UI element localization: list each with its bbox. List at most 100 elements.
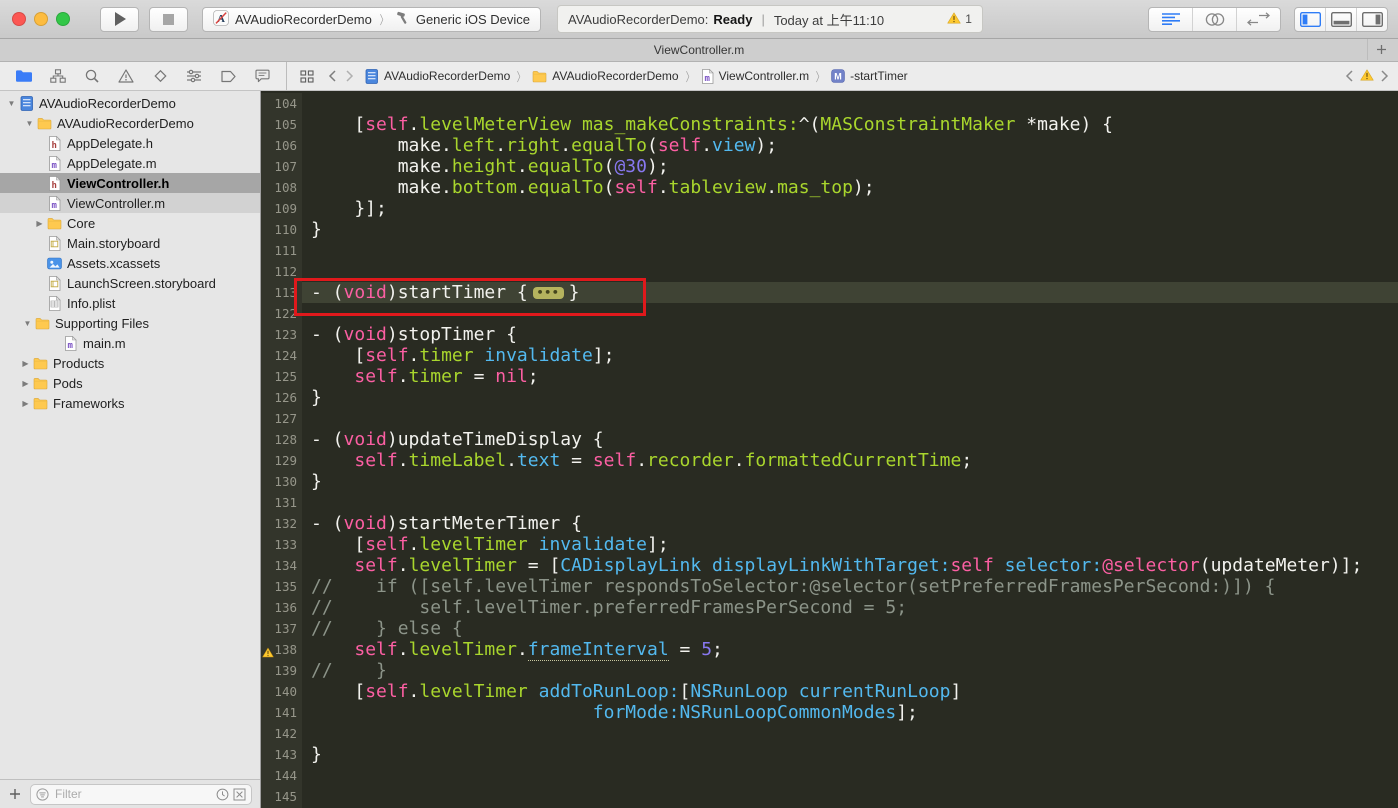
code-text[interactable]: } [302,219,1398,240]
sidebar-item-viewcontroller-h[interactable]: h ViewController.h [0,173,260,193]
scheme-name[interactable]: AVAudioRecorderDemo [235,12,372,27]
line-number[interactable]: 138 [261,639,302,660]
code-line-134[interactable]: 134 self.levelTimer = [CADisplayLink dis… [261,555,1398,576]
sidebar-item-avaudiorecorderdemo[interactable]: ▼ AVAudioRecorderDemo [0,93,260,113]
test-navigator-icon[interactable] [149,65,171,87]
code-text[interactable] [302,786,1398,807]
code-text[interactable]: - (void)stopTimer { [302,324,1398,345]
warning-count-badge[interactable]: 1 [947,12,972,27]
project-navigator-icon[interactable] [13,65,35,87]
breadcrumb-item[interactable]: AVAudioRecorderDemo [532,69,679,83]
inspector-panel-button[interactable] [1357,8,1387,31]
code-text[interactable]: make.height.equalTo(@30); [302,156,1398,177]
filter-field[interactable] [30,783,252,805]
breadcrumb-item[interactable]: m ViewController.m [701,68,809,84]
disclosure-triangle-icon[interactable]: ▼ [5,99,18,108]
line-number[interactable]: 124 [261,345,302,366]
close-window-button[interactable] [12,12,26,26]
code-line-125[interactable]: 125 self.timer = nil; [261,366,1398,387]
code-text[interactable]: self.levelTimer = [CADisplayLink display… [302,555,1398,576]
code-text[interactable] [302,408,1398,429]
breadcrumb-item[interactable]: AVAudioRecorderDemo [365,68,510,84]
code-text[interactable]: // } [302,660,1398,681]
code-text[interactable]: - (void)startTimer {•••} [302,282,1398,303]
code-text[interactable]: }]; [302,198,1398,219]
sidebar-item-pods[interactable]: ▶ Pods [0,373,260,393]
disclosure-triangle-icon[interactable]: ▼ [23,119,36,128]
code-text[interactable]: self.timeLabel.text = self.recorder.form… [302,450,1398,471]
code-text[interactable] [302,261,1398,282]
line-number[interactable]: 105 [261,114,302,135]
code-text[interactable]: // self.levelTimer.preferredFramesPerSec… [302,597,1398,618]
line-number[interactable]: 122 [261,303,302,324]
line-number[interactable]: 123 [261,324,302,345]
code-text[interactable]: [self.levelMeterView mas_makeConstraints… [302,114,1398,135]
run-button[interactable] [100,6,139,32]
line-number[interactable]: 142 [261,723,302,744]
source-editor[interactable]: 104 105 [self.levelMeterView mas_makeCons… [261,91,1398,808]
code-line-130[interactable]: 130} [261,471,1398,492]
code-line-138[interactable]: 138 self.levelTimer.frameInterval = 5; [261,639,1398,661]
line-number[interactable]: 125 [261,366,302,387]
line-number[interactable]: 112 [261,261,302,282]
code-text[interactable] [302,240,1398,261]
line-number[interactable]: 144 [261,765,302,786]
line-number[interactable]: 132 [261,513,302,534]
sidebar-item-viewcontroller-m[interactable]: m ViewController.m [0,193,260,213]
sidebar-item-products[interactable]: ▶ Products [0,353,260,373]
code-fold-badge[interactable]: ••• [532,287,564,299]
sidebar-item-info-plist[interactable]: Info.plist [0,293,260,313]
stop-button[interactable] [149,6,188,32]
previous-issue-button[interactable] [1345,70,1353,82]
code-line-107[interactable]: 107 make.height.equalTo(@30); [261,156,1398,177]
disclosure-triangle-icon[interactable]: ▶ [19,359,32,368]
back-button[interactable] [328,70,336,82]
code-line-104[interactable]: 104 [261,93,1398,114]
code-line-135[interactable]: 135// if ([self.levelTimer respondsToSel… [261,576,1398,597]
forward-button[interactable] [346,70,354,82]
code-line-110[interactable]: 110} [261,219,1398,240]
code-text[interactable]: } [302,471,1398,492]
code-line-109[interactable]: 109 }]; [261,198,1398,219]
code-text[interactable]: - (void)startMeterTimer { [302,513,1398,534]
warning-icon[interactable] [1360,69,1374,84]
breakpoint-navigator-icon[interactable] [217,65,239,87]
code-line-106[interactable]: 106 make.left.right.equalTo(self.view); [261,135,1398,156]
line-number[interactable]: 104 [261,93,302,114]
code-text[interactable]: make.bottom.equalTo(self.tableview.mas_t… [302,177,1398,198]
code-line-126[interactable]: 126} [261,387,1398,408]
navigator-panel-button[interactable] [1295,7,1326,31]
standard-editor-button[interactable] [1149,7,1193,31]
symbol-navigator-icon[interactable] [47,65,69,87]
code-line-137[interactable]: 137// } else { [261,618,1398,639]
line-number[interactable]: 111 [261,240,302,261]
sidebar-item-main-storyboard[interactable]: Main.storyboard [0,233,260,253]
code-text[interactable]: - (void)updateTimeDisplay { [302,429,1398,450]
code-text[interactable]: [self.levelTimer invalidate]; [302,534,1398,555]
line-number[interactable]: 134 [261,555,302,576]
code-text[interactable]: [self.timer invalidate]; [302,345,1398,366]
sidebar-item-frameworks[interactable]: ▶ Frameworks [0,393,260,413]
code-line-143[interactable]: 143} [261,744,1398,765]
line-number[interactable]: 128 [261,429,302,450]
recent-files-filter-icon[interactable] [216,788,229,801]
line-number[interactable]: 133 [261,534,302,555]
scm-status-filter-icon[interactable] [233,788,246,801]
code-text[interactable]: self.levelTimer.frameInterval = 5; [302,639,1398,661]
code-text[interactable] [302,765,1398,786]
line-number[interactable]: 113 [261,282,302,303]
version-editor-button[interactable] [1237,8,1280,31]
code-line-123[interactable]: 123- (void)stopTimer { [261,324,1398,345]
minimize-window-button[interactable] [34,12,48,26]
line-number[interactable]: 110 [261,219,302,240]
line-number[interactable]: 129 [261,450,302,471]
code-line-133[interactable]: 133 [self.levelTimer invalidate]; [261,534,1398,555]
code-line-139[interactable]: 139// } [261,660,1398,681]
code-line-136[interactable]: 136// self.levelTimer.preferredFramesPer… [261,597,1398,618]
sidebar-item-assets-xcassets[interactable]: Assets.xcassets [0,253,260,273]
debug-navigator-icon[interactable] [183,65,205,87]
code-text[interactable]: } [302,387,1398,408]
code-line-105[interactable]: 105 [self.levelMeterView mas_makeConstra… [261,114,1398,135]
report-navigator-icon[interactable] [251,65,273,87]
sidebar-item-main-m[interactable]: m main.m [0,333,260,353]
